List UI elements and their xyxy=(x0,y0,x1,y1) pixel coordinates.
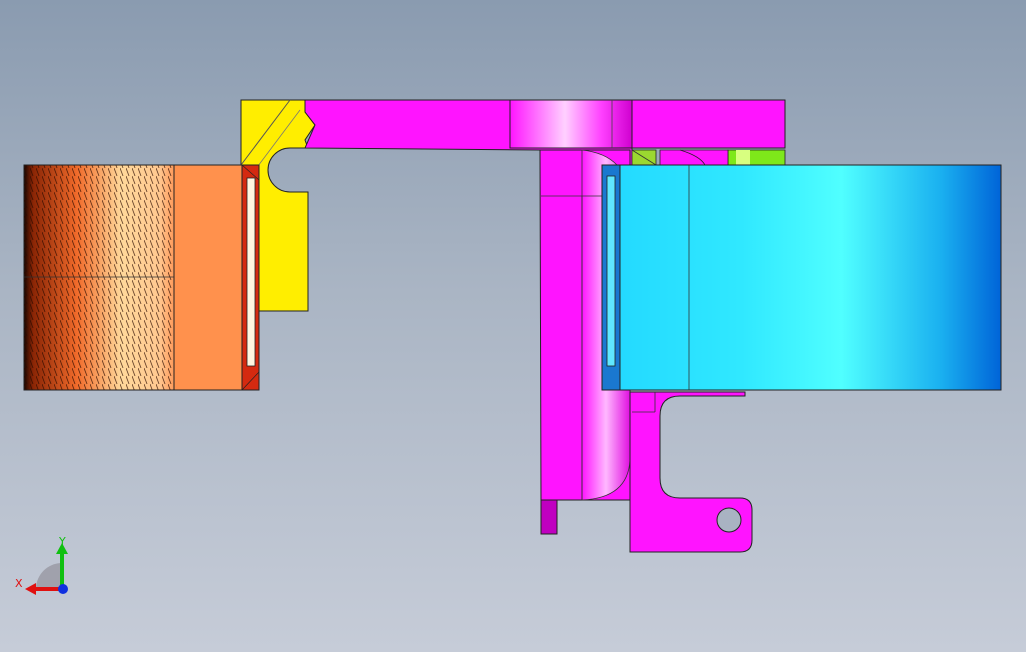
cyan-motor-part[interactable] xyxy=(601,164,1002,391)
y-axis-label: Y xyxy=(58,535,66,548)
x-axis-arrow-icon xyxy=(25,583,36,595)
x-axis-label: X xyxy=(15,577,23,590)
coordinate-triad: Y X xyxy=(15,535,68,595)
z-axis-dot-icon xyxy=(58,584,68,594)
cad-graphics-viewport[interactable]: Y X xyxy=(0,0,1026,652)
green-insert-part xyxy=(631,149,786,166)
orange-motor-part[interactable] xyxy=(23,164,260,391)
model-view[interactable]: Y X xyxy=(0,0,1026,652)
